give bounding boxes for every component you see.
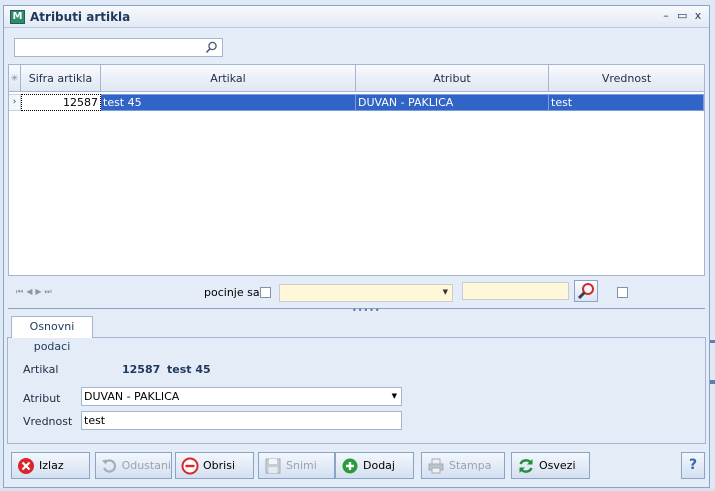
column-header-artikal[interactable]: Artikal [101, 65, 356, 92]
save-label: Snimi [286, 459, 317, 472]
cell-atribut[interactable]: DUVAN - PAKLICA [356, 94, 549, 111]
first-record-icon[interactable]: ⏮ [16, 287, 23, 297]
search-icon[interactable] [205, 41, 218, 54]
splitter-grip-icon[interactable]: ••••• [352, 307, 381, 315]
floppy-disk-icon [265, 458, 281, 473]
data-grid: ✳ Sifra artikla Artikal Atribut Vrednost… [8, 64, 705, 276]
magnifier-icon [577, 283, 594, 300]
row-indicator: › [9, 94, 21, 111]
help-button[interactable]: ? [681, 452, 705, 479]
minus-circle-icon [181, 457, 199, 474]
search-input[interactable] [15, 39, 200, 56]
refresh-button[interactable]: Osvezi [511, 452, 590, 479]
filter-checkbox[interactable] [617, 287, 628, 298]
starts-with-label: pocinje sa [204, 286, 260, 299]
cell-vrednost[interactable]: test [549, 94, 704, 111]
column-filter-dropdown[interactable]: ▼ [279, 284, 453, 302]
exit-button[interactable]: Izlaz [11, 452, 90, 479]
grid-header: ✳ Sifra artikla Artikal Atribut Vrednost [9, 65, 704, 92]
window-title: Atributi artikla [30, 10, 131, 24]
last-record-icon[interactable]: ⏭ [45, 287, 52, 297]
next-record-icon[interactable]: ▶ [35, 287, 41, 297]
maximize-button[interactable]: ▭ [677, 9, 687, 23]
previous-record-icon[interactable]: ◀ [26, 287, 32, 297]
vrednost-label: Vrednost [23, 415, 73, 428]
refresh-icon [519, 458, 533, 473]
delete-button[interactable]: Obrisi [175, 452, 254, 479]
atribut-value: DUVAN - PAKLICA [84, 390, 180, 403]
minimize-button[interactable]: – [661, 9, 671, 23]
undo-icon [101, 458, 117, 473]
column-header-atribut[interactable]: Atribut [356, 65, 549, 92]
app-logo-icon: M [10, 10, 25, 24]
cell-artikal[interactable]: test 45 [101, 94, 356, 111]
add-button[interactable]: Dodaj [335, 452, 414, 479]
plus-circle-icon [342, 458, 358, 473]
filter-value-input[interactable] [462, 282, 569, 300]
background-window-edge [710, 380, 715, 384]
print-label: Stampa [449, 459, 492, 472]
attributes-window: M Atributi artikla – ▭ x ✳ Sifra artikla… [3, 5, 710, 488]
table-row[interactable]: › 12587 test 45 DUVAN - PAKLICA test [9, 94, 704, 111]
printer-icon [428, 458, 444, 473]
print-button[interactable]: Stampa [421, 452, 505, 479]
undo-label: Odustani [121, 459, 171, 472]
delete-label: Obrisi [203, 459, 236, 472]
title-bar[interactable]: M Atributi artikla – ▭ x [4, 6, 709, 28]
search-box [14, 38, 223, 57]
artikal-name: test 45 [167, 363, 211, 376]
save-button[interactable]: Snimi [258, 452, 335, 479]
details-panel: Artikal 12587 test 45 Atribut DUVAN - PA… [7, 337, 706, 444]
column-header-vrednost[interactable]: Vrednost [549, 65, 704, 92]
artikal-label: Artikal [23, 363, 59, 376]
undo-button[interactable]: Odustani [95, 452, 172, 479]
background-window-edge [710, 340, 715, 343]
refresh-label: Osvezi [539, 459, 576, 472]
header-indicator: ✳ [9, 65, 21, 92]
find-button[interactable] [574, 280, 598, 302]
add-label: Dodaj [363, 459, 395, 472]
cell-sifra[interactable]: 12587 [21, 94, 101, 111]
exit-label: Izlaz [39, 459, 64, 472]
tab-osnovni-podaci[interactable]: Osnovni podaci [11, 316, 93, 353]
dropdown-arrow-icon[interactable]: ▼ [443, 288, 448, 296]
splitter[interactable]: ••••• [8, 307, 705, 315]
column-header-sifra[interactable]: Sifra artikla [21, 65, 101, 92]
artikal-code: 12587 [122, 363, 161, 376]
starts-with-checkbox[interactable] [260, 287, 271, 298]
atribut-dropdown[interactable]: DUVAN - PAKLICA ▼ [81, 387, 402, 406]
vrednost-field[interactable]: test [81, 411, 402, 430]
button-bar: Izlaz Odustani Obrisi Snimi Dodaj Stampa… [8, 450, 707, 482]
navigator-bar: ⏮ ◀ ▶ ⏭ pocinje sa ▼ [8, 278, 705, 306]
atribut-label: Atribut [23, 392, 61, 405]
close-circle-icon [18, 457, 34, 474]
close-button[interactable]: x [693, 9, 703, 23]
chevron-down-icon[interactable]: ▼ [392, 388, 397, 405]
